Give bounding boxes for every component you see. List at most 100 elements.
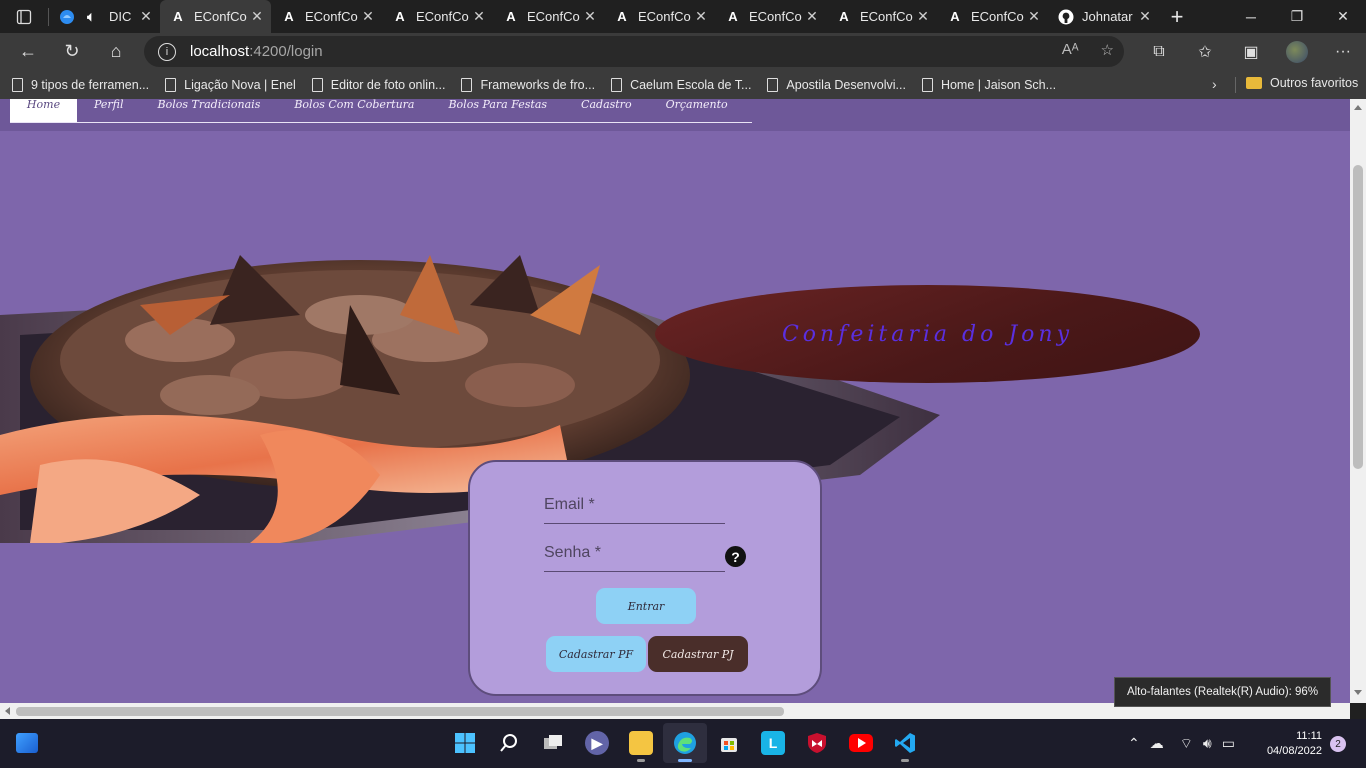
tab-econfco[interactable]: A EConfCo ✕ (271, 0, 382, 33)
close-icon[interactable]: ✕ (1137, 8, 1153, 25)
close-icon[interactable]: ✕ (471, 8, 487, 25)
youtube-button[interactable] (839, 723, 883, 763)
close-icon[interactable]: ✕ (249, 8, 265, 25)
tab-econfco-active[interactable]: A EConfCo ✕ (160, 0, 271, 33)
mcafee-button[interactable] (795, 723, 839, 763)
new-tab-button[interactable]: + (1159, 4, 1195, 30)
bookmark-label: Frameworks de fro... (480, 77, 596, 92)
page-icon (311, 77, 323, 92)
password-field-wrapper (544, 538, 725, 572)
tab-econfco[interactable]: A EConfCo ✕ (382, 0, 493, 33)
onedrive-cloud-icon[interactable]: ☁ (1150, 735, 1164, 752)
scroll-left-icon[interactable] (5, 707, 10, 715)
task-view-button[interactable] (531, 723, 575, 763)
mcafee-shield-icon (808, 733, 826, 753)
speaker-icon[interactable]: 🔈︎ (83, 9, 99, 25)
bookmark-item[interactable]: Editor de foto onlin... (311, 77, 446, 92)
chevron-right-icon[interactable]: › (1212, 76, 1217, 92)
nav-home[interactable]: Home (10, 99, 77, 122)
angular-icon: A (728, 9, 738, 24)
chevron-up-icon[interactable]: ⌃ (1128, 735, 1140, 752)
wifi-icon[interactable]: ⌔ (1180, 735, 1193, 753)
back-icon[interactable]: ← (6, 33, 50, 70)
bookmark-item[interactable]: Caelum Escola de T... (611, 77, 751, 92)
bookmark-label: Ligação Nova | Enel (184, 77, 296, 92)
teams-chat-button[interactable]: ▶ (575, 723, 619, 763)
scroll-up-icon[interactable] (1354, 105, 1362, 110)
password-field[interactable] (544, 538, 725, 568)
restore-icon[interactable]: ❐ (1274, 0, 1320, 33)
nav-bolos-tradicionais[interactable]: Bolos Tradicionais (141, 99, 278, 122)
tab-econfco[interactable]: A EConfCo ✕ (715, 0, 826, 33)
notification-badge[interactable]: 2 (1330, 736, 1346, 752)
nav-bolos-cobertura[interactable]: Bolos Com Cobertura (277, 99, 431, 122)
minimize-icon[interactable]: ─ (1228, 0, 1274, 33)
store-button[interactable] (707, 723, 751, 763)
tab-econfco[interactable]: A EConfCo ✕ (826, 0, 937, 33)
refresh-icon[interactable]: ↻ (50, 33, 94, 70)
login-form: ? Entrar Cadastrar PF Cadastrar PJ (468, 460, 822, 696)
bookmark-item[interactable]: Home | Jaison Sch... (921, 77, 1056, 92)
tab-econfco[interactable]: A EConfCo ✕ (604, 0, 715, 33)
angular-icon: A (395, 9, 405, 24)
profile-avatar[interactable] (1274, 40, 1320, 63)
address-bar[interactable]: i localhost:4200/login Aᴬ ☆ (144, 36, 1124, 67)
clock-date: 04/08/2022 (1266, 745, 1322, 757)
scrollbar-thumb[interactable] (16, 707, 784, 716)
nav-cadastro[interactable]: Cadastro (564, 99, 649, 122)
widgets-icon[interactable] (16, 733, 38, 753)
volume-icon[interactable]: 🔊︎ (1203, 735, 1212, 752)
tab-title: EConfCo (194, 9, 247, 24)
battery-icon[interactable]: ▭ (1222, 735, 1235, 752)
email-field-wrapper (544, 490, 725, 524)
windows-taskbar: ▶ L ⌃ ☁ ⌔ 🔊︎ ▭ 11:11 04/08/2022 2 (0, 719, 1366, 768)
close-icon[interactable]: ✕ (138, 8, 154, 25)
l-app-button[interactable]: L (751, 723, 795, 763)
taskbar-clock[interactable]: 11:11 04/08/2022 (1256, 729, 1322, 759)
tab-econfco[interactable]: A EConfCo ✕ (937, 0, 1048, 33)
close-icon[interactable]: ✕ (915, 8, 931, 25)
home-icon[interactable]: ⌂ (94, 33, 138, 70)
angular-icon: A (839, 9, 849, 24)
read-aloud-icon[interactable]: Aᴬ (1062, 41, 1079, 59)
tab-dic[interactable]: 🔈︎ DIC ✕ (49, 0, 160, 33)
scroll-down-icon[interactable] (1354, 690, 1362, 695)
vertical-scrollbar[interactable] (1350, 99, 1366, 703)
close-window-icon[interactable]: ✕ (1320, 0, 1366, 33)
angular-icon: A (284, 9, 294, 24)
nav-bolos-festas[interactable]: Bolos Para Festas (431, 99, 564, 122)
bookmark-item[interactable]: Ligação Nova | Enel (165, 77, 296, 92)
email-field[interactable] (544, 490, 725, 520)
login-button[interactable]: Entrar (596, 588, 696, 624)
nav-perfil[interactable]: Perfil (77, 99, 141, 122)
start-button[interactable] (443, 723, 487, 763)
close-icon[interactable]: ✕ (582, 8, 598, 25)
site-info-icon[interactable]: i (158, 42, 176, 61)
scrollbar-thumb[interactable] (1353, 165, 1363, 469)
search-button[interactable] (487, 723, 531, 763)
collections-icon[interactable]: ▣ (1228, 42, 1274, 62)
extensions-icon[interactable]: ⧉ (1136, 43, 1182, 61)
tab-actions-button[interactable] (0, 0, 48, 33)
close-icon[interactable]: ✕ (693, 8, 709, 25)
bookmark-item[interactable]: Frameworks de fro... (461, 77, 596, 92)
bookmark-item[interactable]: Apostila Desenvolvi... (767, 77, 906, 92)
tab-econfco[interactable]: A EConfCo ✕ (493, 0, 604, 33)
file-explorer-button[interactable] (619, 723, 663, 763)
help-icon[interactable]: ? (725, 546, 746, 567)
close-icon[interactable]: ✕ (804, 8, 820, 25)
edge-button[interactable] (663, 723, 707, 763)
bookmark-label: Editor de foto onlin... (330, 77, 446, 92)
close-icon[interactable]: ✕ (360, 8, 376, 25)
add-favorite-icon[interactable]: ☆ (1101, 41, 1114, 59)
vscode-button[interactable] (883, 723, 927, 763)
favorites-icon[interactable]: ✩ (1182, 42, 1228, 62)
register-pj-button[interactable]: Cadastrar PJ (648, 636, 748, 672)
nav-orcamento[interactable]: Orçamento (649, 99, 745, 122)
register-pf-button[interactable]: Cadastrar PF (546, 636, 646, 672)
tab-github[interactable]: Johnatar ✕ (1048, 0, 1159, 33)
bookmark-item[interactable]: 9 tipos de ferramen... (12, 77, 149, 92)
close-icon[interactable]: ✕ (1026, 8, 1042, 25)
more-options-icon[interactable]: ··· (1320, 43, 1366, 61)
other-favorites-folder[interactable]: Outros favoritos (1246, 76, 1358, 90)
